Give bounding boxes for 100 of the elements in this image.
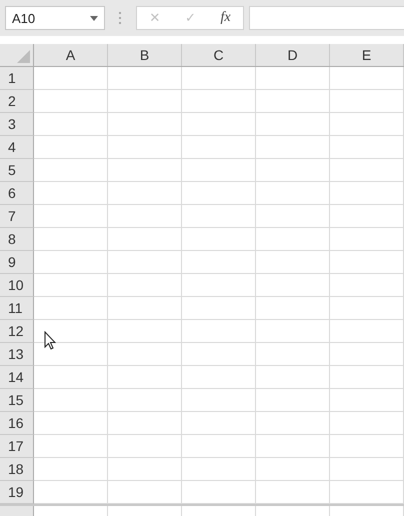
table-cell[interactable] — [108, 412, 182, 435]
table-cell[interactable] — [256, 435, 330, 458]
table-cell[interactable] — [108, 205, 182, 228]
table-cell[interactable] — [256, 159, 330, 182]
table-cell[interactable] — [256, 481, 330, 504]
table-cell[interactable] — [330, 435, 404, 458]
table-cell[interactable] — [182, 435, 256, 458]
column-header[interactable]: B — [108, 44, 182, 66]
table-cell[interactable] — [330, 159, 404, 182]
formula-field[interactable] — [249, 6, 404, 30]
table-cell[interactable] — [330, 274, 404, 297]
table-cell[interactable] — [182, 182, 256, 205]
table-cell[interactable] — [34, 366, 108, 389]
row-header[interactable]: 17 — [0, 435, 34, 458]
table-cell[interactable] — [256, 136, 330, 159]
row-header[interactable]: 12 — [0, 320, 34, 343]
table-cell[interactable] — [108, 320, 182, 343]
table-cell[interactable] — [34, 67, 108, 90]
table-cell[interactable] — [256, 458, 330, 481]
table-cell[interactable] — [256, 205, 330, 228]
table-cell[interactable] — [108, 113, 182, 136]
table-cell[interactable] — [182, 274, 256, 297]
table-cell[interactable] — [330, 320, 404, 343]
table-cell[interactable] — [34, 297, 108, 320]
row-header[interactable]: 4 — [0, 136, 34, 159]
table-cell[interactable] — [182, 67, 256, 90]
row-header[interactable]: 8 — [0, 228, 34, 251]
table-cell[interactable] — [34, 159, 108, 182]
table-cell[interactable] — [330, 412, 404, 435]
table-cell[interactable] — [108, 67, 182, 90]
table-cell[interactable] — [256, 343, 330, 366]
table-cell[interactable] — [330, 113, 404, 136]
table-cell[interactable] — [256, 228, 330, 251]
table-cell[interactable] — [330, 343, 404, 366]
table-cell[interactable] — [182, 251, 256, 274]
table-cell[interactable] — [182, 228, 256, 251]
table-cell[interactable] — [108, 228, 182, 251]
table-cell[interactable] — [330, 297, 404, 320]
table-cell[interactable] — [108, 136, 182, 159]
column-header[interactable]: D — [256, 44, 330, 66]
table-cell[interactable] — [34, 182, 108, 205]
table-cell[interactable] — [182, 343, 256, 366]
table-cell[interactable] — [330, 90, 404, 113]
table-cell[interactable] — [108, 251, 182, 274]
table-cell[interactable] — [256, 182, 330, 205]
table-cell[interactable] — [330, 67, 404, 90]
table-cell[interactable] — [108, 182, 182, 205]
table-cell[interactable] — [182, 389, 256, 412]
table-cell[interactable] — [108, 90, 182, 113]
row-header[interactable]: 19 — [0, 481, 34, 504]
table-cell[interactable] — [108, 297, 182, 320]
table-cell[interactable] — [34, 435, 108, 458]
table-cell[interactable] — [182, 297, 256, 320]
table-cell[interactable] — [330, 389, 404, 412]
table-cell[interactable] — [256, 67, 330, 90]
table-cell[interactable] — [182, 136, 256, 159]
table-cell[interactable] — [330, 251, 404, 274]
table-cell[interactable] — [108, 458, 182, 481]
table-cell[interactable] — [34, 389, 108, 412]
table-cell[interactable] — [256, 320, 330, 343]
table-cell[interactable] — [182, 90, 256, 113]
table-cell[interactable] — [182, 481, 256, 504]
table-cell[interactable] — [330, 136, 404, 159]
row-header[interactable]: 2 — [0, 90, 34, 113]
row-header[interactable]: 7 — [0, 205, 34, 228]
insert-function-button[interactable]: fx — [218, 11, 233, 25]
row-header[interactable]: 10 — [0, 274, 34, 297]
table-cell[interactable] — [108, 435, 182, 458]
column-header[interactable]: A — [34, 44, 108, 66]
table-cell[interactable] — [34, 251, 108, 274]
table-cell[interactable] — [182, 366, 256, 389]
table-cell[interactable] — [330, 481, 404, 504]
row-header[interactable]: 15 — [0, 389, 34, 412]
table-cell[interactable] — [34, 205, 108, 228]
table-cell[interactable] — [256, 412, 330, 435]
row-header[interactable]: 13 — [0, 343, 34, 366]
table-cell[interactable] — [108, 366, 182, 389]
table-cell[interactable] — [182, 159, 256, 182]
table-cell[interactable] — [182, 458, 256, 481]
table-cell[interactable] — [256, 90, 330, 113]
name-box[interactable]: A10 — [5, 6, 105, 30]
table-cell[interactable] — [34, 274, 108, 297]
table-cell[interactable] — [34, 113, 108, 136]
table-cell[interactable] — [182, 320, 256, 343]
table-cell[interactable] — [256, 389, 330, 412]
column-header[interactable]: E — [330, 44, 404, 66]
table-cell[interactable] — [330, 458, 404, 481]
table-cell[interactable] — [108, 389, 182, 412]
table-cell[interactable] — [34, 90, 108, 113]
table-cell[interactable] — [256, 274, 330, 297]
table-cell[interactable] — [330, 205, 404, 228]
table-cell[interactable] — [108, 274, 182, 297]
row-header[interactable]: 6 — [0, 182, 34, 205]
row-header[interactable]: 16 — [0, 412, 34, 435]
row-header[interactable]: 9 — [0, 251, 34, 274]
table-cell[interactable] — [330, 228, 404, 251]
table-cell[interactable] — [108, 343, 182, 366]
row-header[interactable]: 14 — [0, 366, 34, 389]
table-cell[interactable] — [34, 458, 108, 481]
table-cell[interactable] — [34, 228, 108, 251]
